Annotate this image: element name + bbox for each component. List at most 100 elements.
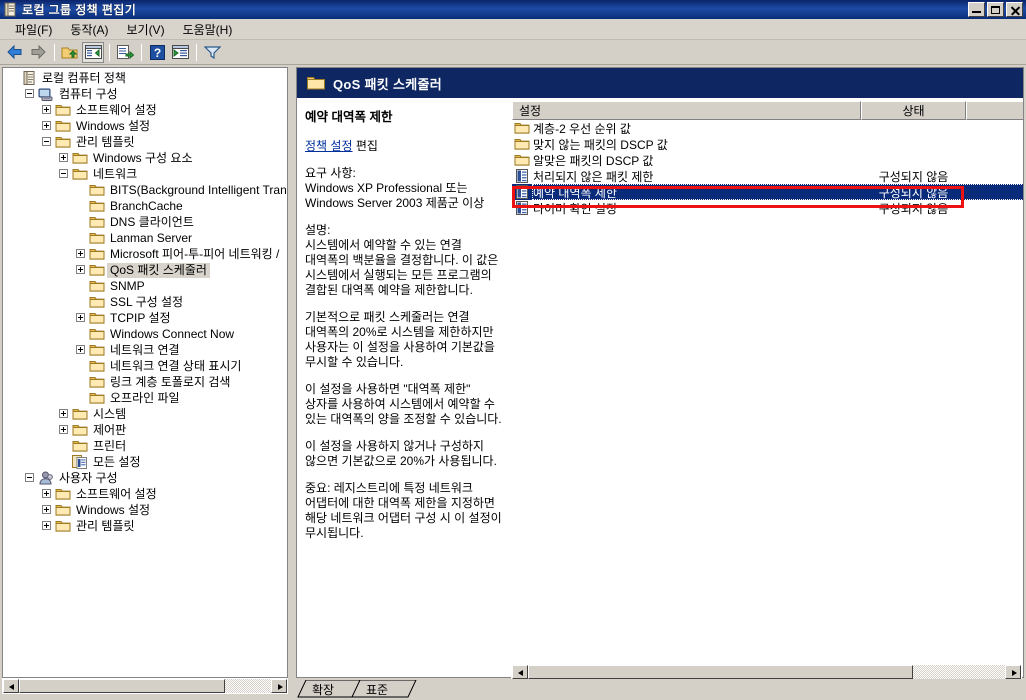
left-hscrollbar[interactable] xyxy=(2,678,288,694)
tree-item[interactable]: 관리 템플릿 xyxy=(5,518,287,534)
back-icon[interactable] xyxy=(4,42,26,63)
column-extra[interactable] xyxy=(966,101,1023,120)
tab-standard[interactable]: 표준 xyxy=(366,681,388,698)
tree-item[interactable]: Windows 설정 xyxy=(5,502,287,518)
left-scroll-right-button[interactable] xyxy=(271,679,287,693)
tree-item[interactable]: 모든 설정 xyxy=(5,454,287,470)
expander-box[interactable] xyxy=(76,265,85,274)
tree-item[interactable]: 소프트웨어 설정 xyxy=(5,486,287,502)
tree-item[interactable]: Windows 구성 요소 xyxy=(5,150,287,166)
chevron-expand-icon[interactable] xyxy=(39,102,55,118)
expander-box[interactable] xyxy=(42,137,51,146)
left-scroll-left-button[interactable] xyxy=(3,679,19,693)
tree-item[interactable]: Windows 설정 xyxy=(5,118,287,134)
chevron-expand-icon[interactable] xyxy=(39,486,55,502)
tree-item[interactable]: DNS 클라이언트 xyxy=(5,214,287,230)
table-row[interactable]: 계층-2 우선 순위 값 xyxy=(512,120,1023,136)
menu-action[interactable]: 동작(A) xyxy=(61,19,117,40)
expander-box[interactable] xyxy=(59,409,68,418)
tree-item[interactable]: 사용자 구성 xyxy=(5,470,287,486)
expander-box[interactable] xyxy=(42,521,51,530)
tree-item[interactable]: BranchCache xyxy=(5,198,287,214)
chevron-collapse-icon[interactable] xyxy=(39,134,55,150)
expander-box[interactable] xyxy=(42,505,51,514)
properties-icon[interactable] xyxy=(169,42,191,63)
tree-item[interactable]: 네트워크 연결 xyxy=(5,342,287,358)
expander-box[interactable] xyxy=(76,249,85,258)
right-scroll-thumb[interactable] xyxy=(528,665,913,679)
table-row[interactable]: 예약 대역폭 제한 구성되지 않음 xyxy=(512,184,1023,200)
tree-item[interactable]: SNMP xyxy=(5,278,287,294)
tree-item[interactable]: 링크 계층 토폴로지 검색 xyxy=(5,374,287,390)
chevron-collapse-icon[interactable] xyxy=(22,86,38,102)
expander-box[interactable] xyxy=(25,89,34,98)
table-row[interactable]: 처리되지 않은 패킷 제한 구성되지 않음 xyxy=(512,168,1023,184)
tab-extended[interactable]: 확장 xyxy=(312,681,334,698)
show-tree-icon[interactable] xyxy=(82,41,104,63)
column-state[interactable]: 상태 xyxy=(861,101,966,120)
chevron-collapse-icon[interactable] xyxy=(22,470,38,486)
tree-item[interactable]: 시스템 xyxy=(5,406,287,422)
table-row[interactable]: 맞지 않는 패킷의 DSCP 값 xyxy=(512,136,1023,152)
minimize-button[interactable] xyxy=(968,2,985,17)
tree-item[interactable]: TCPIP 설정 xyxy=(5,310,287,326)
expander-box[interactable] xyxy=(42,105,51,114)
tree-item[interactable]: 관리 템플릿 xyxy=(5,134,287,150)
expander-box[interactable] xyxy=(59,425,68,434)
chevron-expand-icon[interactable] xyxy=(56,406,72,422)
tree-item[interactable]: 프린터 xyxy=(5,438,287,454)
right-scroll-right-button[interactable] xyxy=(1005,665,1021,679)
expander-box[interactable] xyxy=(25,473,34,482)
tree-item[interactable]: 네트워크 연결 상태 표시기 xyxy=(5,358,287,374)
forward-icon[interactable] xyxy=(27,42,49,63)
tree-item[interactable]: 로컬 컴퓨터 정책 xyxy=(5,70,287,86)
chevron-collapse-icon[interactable] xyxy=(56,166,72,182)
column-setting[interactable]: 설정 xyxy=(512,101,861,120)
tree-item[interactable]: 오프라인 파일 xyxy=(5,390,287,406)
tree-item[interactable]: QoS 패킷 스케줄러 xyxy=(5,262,287,278)
tree-item[interactable]: Windows Connect Now xyxy=(5,326,287,342)
chevron-expand-icon[interactable] xyxy=(56,422,72,438)
tree-item[interactable]: 컴퓨터 구성 xyxy=(5,86,287,102)
menu-view[interactable]: 보기(V) xyxy=(117,19,173,40)
table-row[interactable]: 타이머 확인 설정 구성되지 않음 xyxy=(512,200,1023,216)
left-scroll-track[interactable] xyxy=(19,679,271,693)
tree-item[interactable]: 네트워크 xyxy=(5,166,287,182)
expander-box[interactable] xyxy=(76,345,85,354)
expander-box[interactable] xyxy=(76,313,85,322)
menu-help[interactable]: 도움말(H) xyxy=(174,19,242,40)
expander-box[interactable] xyxy=(59,153,68,162)
right-hscrollbar[interactable] xyxy=(511,664,1022,680)
chevron-expand-icon[interactable] xyxy=(73,262,89,278)
tree-item[interactable]: 제어판 xyxy=(5,422,287,438)
right-scroll-track[interactable] xyxy=(528,665,1005,679)
menu-file[interactable]: 파일(F) xyxy=(6,19,61,40)
pane-splitter[interactable] xyxy=(288,67,296,692)
chevron-expand-icon[interactable] xyxy=(39,118,55,134)
chevron-expand-icon[interactable] xyxy=(56,150,72,166)
expander-box[interactable] xyxy=(42,121,51,130)
edit-policy-link[interactable]: 정책 설정 xyxy=(305,139,353,153)
help-icon[interactable]: ? xyxy=(146,42,168,63)
chevron-expand-icon[interactable] xyxy=(39,518,55,534)
chevron-expand-icon[interactable] xyxy=(73,310,89,326)
chevron-expand-icon[interactable] xyxy=(39,502,55,518)
tree-item[interactable]: Lanman Server xyxy=(5,230,287,246)
tree-item[interactable]: 소프트웨어 설정 xyxy=(5,102,287,118)
expander-box[interactable] xyxy=(42,489,51,498)
filter-icon[interactable] xyxy=(201,42,223,63)
tree-item[interactable]: SSL 구성 설정 xyxy=(5,294,287,310)
chevron-expand-icon[interactable] xyxy=(73,246,89,262)
table-row[interactable]: 알맞은 패킷의 DSCP 값 xyxy=(512,152,1023,168)
expander-box[interactable] xyxy=(59,169,68,178)
tree-item[interactable]: BITS(Background Intelligent Trans xyxy=(5,182,287,198)
close-button[interactable] xyxy=(1006,2,1023,17)
tree-item-label: QoS 패킷 스케줄러 xyxy=(107,262,210,278)
up-folder-icon[interactable] xyxy=(59,42,81,63)
export-list-icon[interactable] xyxy=(114,42,136,63)
tree-item[interactable]: Microsoft 피어-투-피어 네트워킹 / xyxy=(5,246,287,262)
restore-button[interactable] xyxy=(987,2,1004,17)
right-scroll-left-button[interactable] xyxy=(512,665,528,679)
chevron-expand-icon[interactable] xyxy=(73,342,89,358)
left-scroll-thumb[interactable] xyxy=(19,679,225,693)
